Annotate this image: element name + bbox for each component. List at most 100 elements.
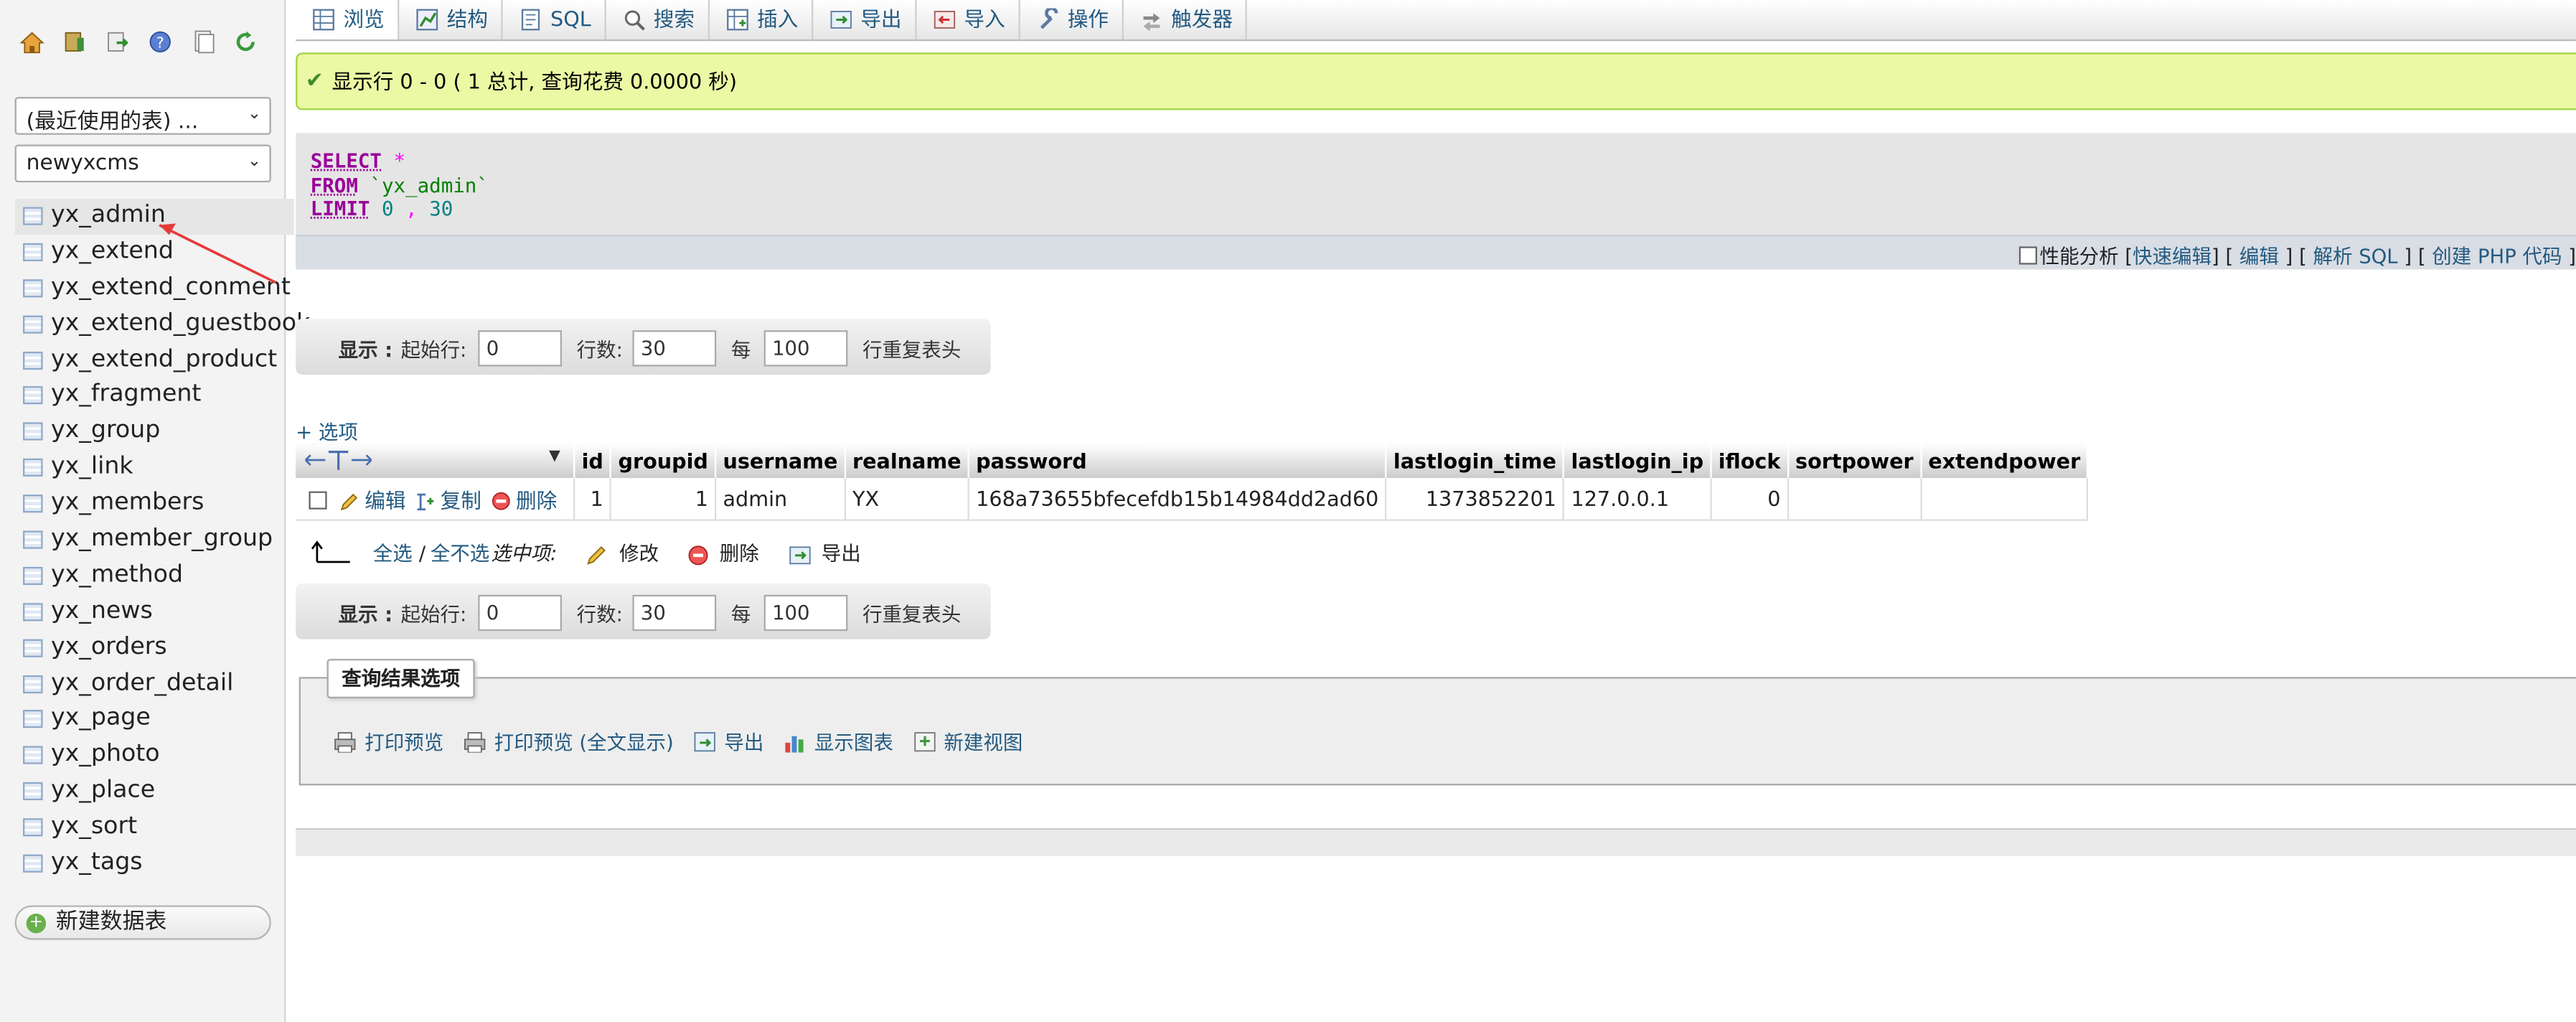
tab-search[interactable]: 搜索 [606, 0, 709, 39]
start-row-input[interactable]: 0 [478, 330, 562, 366]
print-preview-link[interactable]: 打印预览 [365, 731, 443, 754]
table-name[interactable]: yx_news [51, 598, 153, 624]
table-list-item[interactable]: yx_tags [15, 846, 294, 882]
table-name[interactable]: yx_group [51, 418, 160, 444]
table-list-item[interactable]: yx_sort [15, 810, 294, 846]
table-list-item[interactable]: yx_link [15, 451, 294, 487]
table-list-item[interactable]: yx_orders [15, 630, 294, 666]
column-header-id[interactable]: id [574, 444, 611, 478]
table-icon[interactable] [23, 603, 42, 621]
table-icon[interactable] [23, 351, 42, 369]
delete-row-link[interactable]: 删除 [516, 487, 557, 512]
help-icon[interactable]: ? [148, 29, 172, 54]
docs-icon[interactable] [191, 29, 215, 54]
table-name[interactable]: yx_fragment [51, 382, 201, 408]
tab-export[interactable]: 导出 [813, 0, 916, 39]
table-name[interactable]: yx_tags [51, 850, 143, 876]
create-php-link[interactable]: 创建 PHP 代码 [2432, 245, 2562, 268]
table-list-item[interactable]: yx_order_detail [15, 667, 294, 703]
tab-insert[interactable]: 插入 [710, 0, 813, 39]
cell-sortpower[interactable] [1788, 478, 1921, 519]
table-icon[interactable] [23, 387, 42, 405]
cell-iflock[interactable]: 0 [1711, 478, 1787, 519]
sort-dropdown-icon[interactable]: ▼ [549, 449, 560, 465]
column-resize-controls[interactable]: ▼ [296, 444, 574, 478]
database-icon[interactable] [62, 29, 87, 54]
table-icon[interactable] [23, 782, 42, 800]
table-icon[interactable] [23, 494, 42, 512]
table-icon[interactable] [23, 279, 42, 297]
exit-icon[interactable] [105, 29, 130, 54]
cell-username[interactable]: admin [715, 478, 845, 519]
table-icon[interactable] [23, 567, 42, 585]
repeat-header-input[interactable]: 100 [764, 595, 848, 631]
display-chart-link[interactable]: 显示图表 [814, 731, 893, 754]
tab-operations[interactable]: 操作 [1020, 0, 1123, 39]
table-list-item[interactable]: yx_news [15, 594, 294, 630]
table-list-item[interactable]: yx_group [15, 415, 294, 451]
table-list-item[interactable]: yx_members [15, 487, 294, 522]
cell-realname[interactable]: YX [845, 478, 969, 519]
inline-edit-link[interactable]: 快速编辑 [2133, 245, 2211, 268]
table-name[interactable]: yx_photo [51, 741, 160, 768]
table-name[interactable]: yx_member_group [51, 526, 273, 553]
copy-row-link[interactable]: 复制 [441, 487, 481, 512]
table-list-item[interactable]: yx_method [15, 558, 294, 594]
table-icon[interactable] [23, 639, 42, 657]
column-header-username[interactable]: username [715, 444, 845, 478]
column-header-realname[interactable]: realname [845, 444, 969, 478]
create-view-link[interactable]: 新建视图 [944, 731, 1023, 754]
table-list-item[interactable]: yx_extend_guestbook [15, 306, 294, 342]
table-icon[interactable] [23, 818, 42, 836]
table-list-item[interactable]: yx_member_group [15, 522, 294, 558]
edit-sql-link[interactable]: 编辑 [2239, 245, 2279, 268]
rows-input[interactable]: 30 [632, 595, 716, 631]
column-header-iflock[interactable]: iflock [1711, 444, 1787, 478]
row-checkbox[interactable] [309, 491, 326, 509]
table-name[interactable]: yx_page [51, 705, 151, 732]
tab-structure[interactable]: 结构 [399, 0, 502, 39]
change-selected-button[interactable]: 修改 [619, 535, 659, 571]
table-icon[interactable] [23, 711, 42, 728]
table-name[interactable]: yx_place [51, 778, 155, 805]
table-icon[interactable] [23, 315, 42, 333]
tab-triggers[interactable]: 触发器 [1124, 0, 1248, 39]
table-name[interactable]: yx_extend [51, 238, 174, 265]
cell-id[interactable]: 1 [574, 478, 611, 519]
column-header-groupid[interactable]: groupid [611, 444, 715, 478]
explain-sql-link[interactable]: 解析 SQL [2313, 245, 2398, 268]
table-name[interactable]: yx_extend_guestbook [51, 310, 310, 337]
table-name[interactable]: yx_admin [51, 202, 166, 229]
table-icon[interactable] [23, 459, 42, 477]
column-header-extendpower[interactable]: extendpower [1921, 444, 2088, 478]
table-list-item[interactable]: yx_place [15, 774, 294, 810]
export-selected-button[interactable]: 导出 [822, 535, 861, 571]
table-icon[interactable] [23, 855, 42, 873]
table-list-item[interactable]: yx_extend_product [15, 343, 294, 379]
table-name[interactable]: yx_members [51, 490, 204, 517]
table-name[interactable]: yx_link [51, 454, 133, 480]
column-header-lastlogin_time[interactable]: lastlogin_time [1386, 444, 1564, 478]
recent-tables-select[interactable]: (最近使用的表) ... ⌄ [15, 97, 271, 135]
column-header-password[interactable]: password [969, 444, 1386, 478]
table-list-item[interactable]: yx_fragment [15, 379, 294, 415]
repeat-header-input[interactable]: 100 [764, 330, 848, 366]
table-name[interactable]: yx_order_detail [51, 670, 233, 696]
reload-icon[interactable] [233, 29, 258, 54]
cell-lastlogin_time[interactable]: 1373852201 [1386, 478, 1564, 519]
table-list-item[interactable]: yx_page [15, 703, 294, 739]
table-icon[interactable] [23, 531, 42, 549]
table-name[interactable]: yx_orders [51, 634, 167, 660]
table-name[interactable]: yx_sort [51, 814, 137, 840]
tab-import[interactable]: 导入 [916, 0, 1020, 39]
table-icon[interactable] [23, 675, 42, 693]
table-name[interactable]: yx_extend_product [51, 346, 277, 372]
check-all-link[interactable]: 全选 [373, 535, 413, 571]
column-header-sortpower[interactable]: sortpower [1788, 444, 1921, 478]
table-icon[interactable] [23, 207, 42, 225]
tab-browse[interactable]: 浏览 [296, 0, 399, 39]
home-icon[interactable] [19, 29, 44, 54]
table-icon[interactable] [23, 423, 42, 441]
cell-extendpower[interactable] [1921, 478, 2088, 519]
profiling-checkbox[interactable] [2018, 246, 2036, 264]
